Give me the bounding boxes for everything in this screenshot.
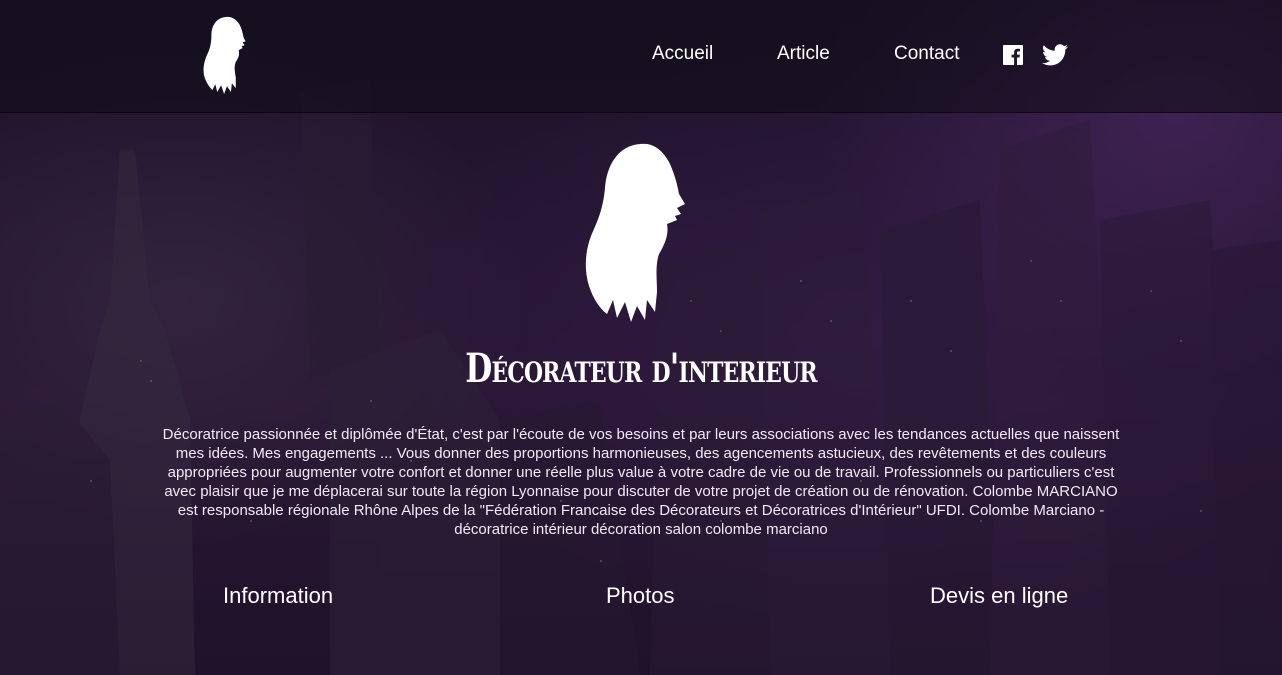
hero-description: Décoratrice passionnée et diplômée d'Éta…: [162, 426, 1120, 538]
site-header: Accueil Article Contact: [0, 0, 1282, 113]
woman-silhouette-icon[interactable]: [202, 16, 252, 94]
twitter-icon[interactable]: [1042, 44, 1068, 66]
hero-title: Décorateur d'interieur: [465, 345, 817, 392]
section-link-information[interactable]: Information: [223, 583, 333, 609]
facebook-icon[interactable]: [1003, 45, 1023, 65]
section-link-devis-en-ligne[interactable]: Devis en ligne: [930, 583, 1068, 609]
nav-link-article[interactable]: Article: [777, 43, 830, 65]
section-link-photos[interactable]: Photos: [606, 583, 675, 609]
nav-link-accueil[interactable]: Accueil: [652, 43, 713, 65]
nav-link-contact[interactable]: Contact: [894, 43, 959, 65]
woman-silhouette-icon: [585, 143, 685, 322]
